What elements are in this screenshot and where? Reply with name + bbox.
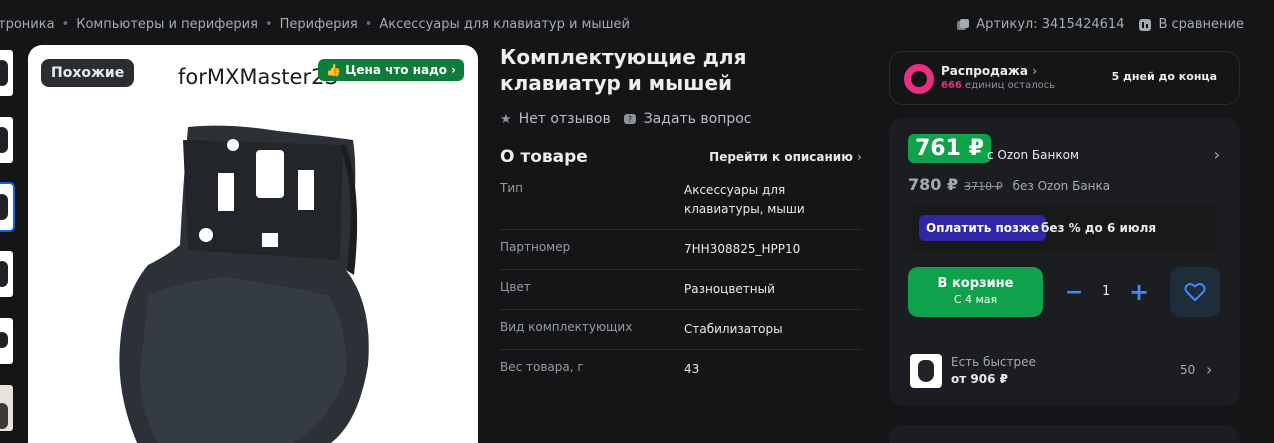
quantity-decrease-button[interactable]: − [1065, 280, 1083, 305]
favorite-button[interactable] [1170, 267, 1220, 317]
question-bubble-icon: ? [623, 114, 636, 124]
attribute-row: Вес товара, г 43 [500, 350, 862, 389]
breadcrumb-separator: • [264, 17, 273, 32]
thumbnail[interactable] [0, 182, 15, 232]
faster-title: Есть быстрее [951, 355, 1036, 369]
compare-button[interactable]: В сравнение [1138, 17, 1244, 32]
svg-text:?: ? [628, 115, 632, 124]
faster-delivery-offer[interactable]: Есть быстрее от 906 ₽ 50 › [910, 354, 1220, 390]
next-panel [889, 425, 1240, 443]
star-icon: ★ [500, 111, 512, 127]
ask-question-link[interactable]: ? Задать вопрос [623, 111, 752, 127]
attribute-value: Стабилизаторы [684, 322, 783, 336]
in-cart-button[interactable]: В корзине С 4 мая [908, 267, 1043, 317]
breadcrumb: троника • Компьютеры и периферия • Периф… [0, 17, 630, 32]
reviews-label: Нет отзывов [518, 111, 611, 127]
compare-icon [1139, 18, 1152, 31]
sale-days-left: 5 дней до конца [1111, 70, 1217, 83]
attribute-value: 43 [684, 362, 700, 376]
attribute-row: Партномер 7HH308825_HPP10 [500, 230, 862, 270]
attribute-row: Тип Аксессуары для клавиатуры, мыши [500, 181, 862, 230]
attribute-key: Цвет [500, 280, 531, 294]
thumbnail-strip [0, 50, 15, 443]
quantity-increase-button[interactable]: + [1129, 278, 1149, 306]
old-price: 3710 ₽ [964, 180, 1003, 193]
ask-question-label: Задать вопрос [643, 111, 752, 127]
attribute-value: 7HH308825_HPP10 [684, 242, 801, 256]
chevron-right-icon: › [1206, 360, 1213, 379]
breadcrumb-item[interactable]: троника [0, 17, 55, 32]
heart-icon [1184, 283, 1206, 302]
sale-ring-icon [904, 64, 934, 94]
about-title: О товаре [500, 147, 588, 167]
reviews-link[interactable]: ★ Нет отзывов [500, 111, 611, 127]
product-meta: ★ Нет отзывов ? Задать вопрос [500, 111, 752, 127]
breadcrumb-separator: • [61, 17, 70, 32]
thumbnail[interactable] [0, 50, 13, 96]
price-row: 780 ₽ 3710 ₽ без Ozon Банка [908, 175, 1110, 194]
sale-remaining: 666 единиц осталось [941, 80, 1056, 91]
attribute-row: Вид комплектующих Стабилизаторы [500, 310, 862, 350]
pay-later-terms: без % до 6 июля [1041, 221, 1157, 235]
about-section: О товаре Перейти к описанию › Тип Аксесс… [500, 147, 862, 389]
mouse-shell-illustration [119, 125, 369, 443]
sku-label: Артикул: 3415424614 [976, 17, 1125, 32]
thumbnail[interactable] [0, 385, 13, 431]
breadcrumb-item[interactable]: Компьютеры и периферия [76, 17, 258, 32]
offer-count: 50 [1180, 363, 1196, 377]
breadcrumb-separator: • [364, 17, 373, 32]
thumbnail[interactable] [0, 251, 13, 297]
product-title: Комплектующие для клавиатур и мышей [500, 45, 747, 95]
compare-label: В сравнение [1158, 17, 1244, 32]
chevron-right-icon[interactable]: › [1214, 145, 1220, 164]
bank-price-label: с Ozon Банком [987, 148, 1079, 162]
delivery-date: С 4 мая [953, 293, 998, 306]
header-actions: Артикул: 3415424614 В сравнение [956, 17, 1244, 32]
attribute-key: Вес товара, г [500, 360, 584, 374]
breadcrumb-item[interactable]: Аксессуары для клавиатур и мышей [379, 17, 630, 32]
copy-icon [957, 18, 970, 30]
buy-panel: 761 ₽ с Ozon Банком › 780 ₽ 3710 ₽ без O… [889, 118, 1240, 406]
attribute-value: Разноцветный [684, 282, 775, 296]
regular-price: 780 ₽ [908, 175, 959, 194]
faster-price: от 906 ₽ [951, 372, 1008, 386]
breadcrumb-item[interactable]: Периферия [280, 17, 358, 32]
chevron-right-icon: › [857, 150, 862, 164]
pay-later-row: Оплатить позже без % до 6 июля [912, 205, 1217, 251]
thumbnail[interactable] [0, 117, 13, 163]
sale-banner[interactable]: Распродажа › 666 единиц осталось 5 дней … [889, 51, 1240, 105]
sale-title: Распродажа › [941, 64, 1038, 78]
about-header: О товаре Перейти к описанию › [500, 147, 862, 167]
go-to-description-label: Перейти к описанию [709, 150, 853, 164]
thumbnail[interactable] [0, 318, 13, 364]
sku-copy[interactable]: Артикул: 3415424614 [956, 17, 1124, 32]
attribute-key: Тип [500, 181, 523, 195]
pay-later-button[interactable]: Оплатить позже [919, 215, 1047, 241]
quantity-value: 1 [1102, 284, 1111, 299]
product-image[interactable]: Похожие forMXMaster2S 👍 Цена что надо › [28, 45, 478, 443]
bank-price[interactable]: 761 ₽ [908, 134, 991, 163]
attribute-key: Вид комплектующих [500, 320, 633, 334]
attribute-row: Цвет Разноцветный [500, 270, 862, 310]
attribute-value: Аксессуары для клавиатуры, мыши [684, 183, 805, 216]
attribute-key: Партномер [500, 240, 571, 254]
no-bank-label: без Ozon Банка [1012, 179, 1111, 193]
in-cart-label: В корзине [937, 276, 1014, 291]
go-to-description-link[interactable]: Перейти к описанию › [709, 150, 862, 164]
offer-thumbnail [910, 354, 942, 388]
